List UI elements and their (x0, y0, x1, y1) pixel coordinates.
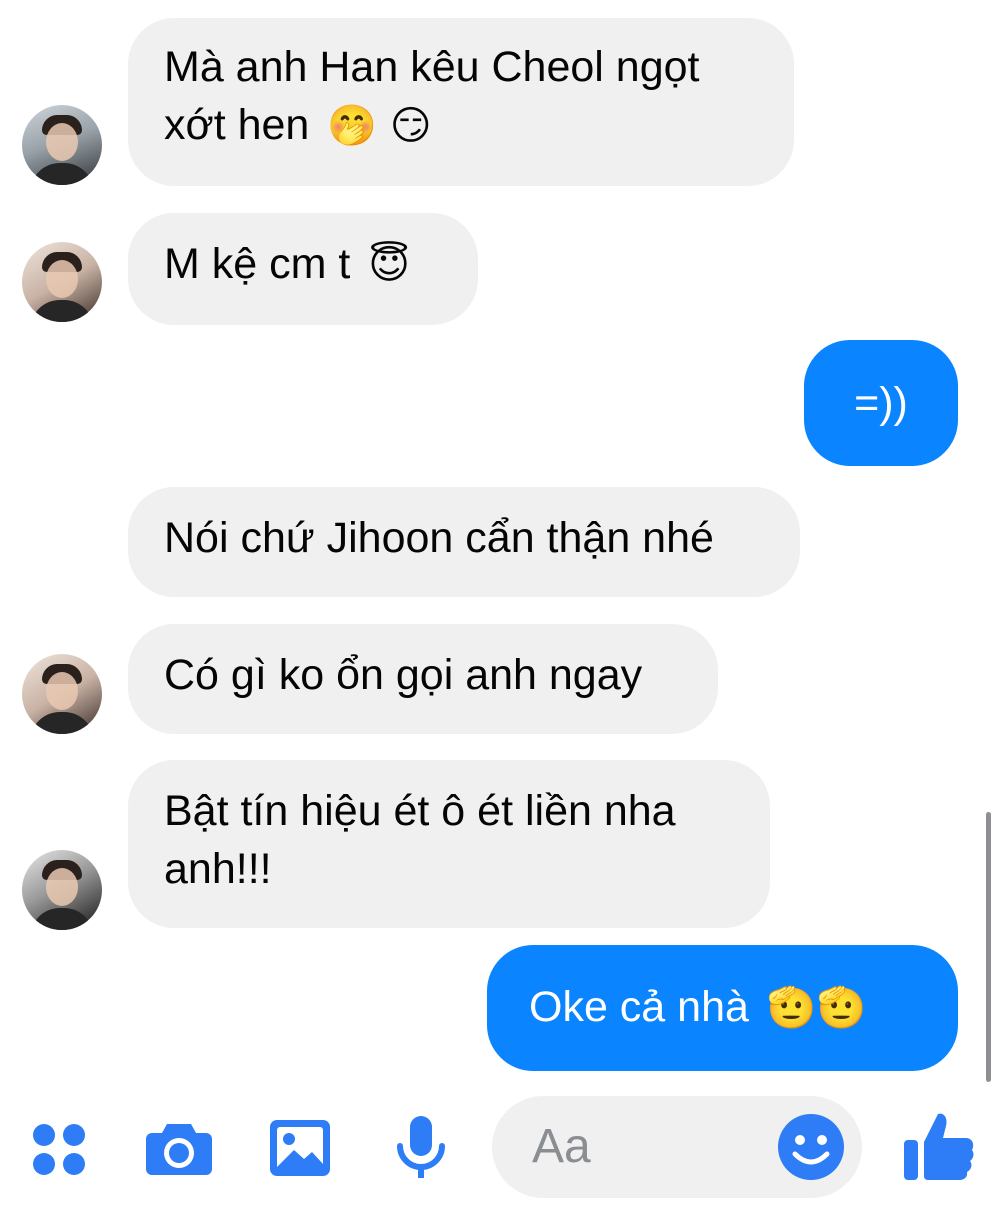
message-bubble-incoming[interactable]: Bật tín hiệu ét ô ét liền nha anh!!! (128, 760, 770, 928)
message-text: Oke cả nhà (529, 983, 749, 1031)
message-bubble-outgoing[interactable]: =)) (804, 340, 958, 466)
message-text: Bật tín hiệu ét ô ét liền nha anh!!! (164, 787, 676, 893)
microphone-icon[interactable] (385, 1112, 457, 1184)
message-text: M kệ cm t (164, 240, 351, 288)
avatar[interactable] (22, 105, 102, 185)
message-bubble-incoming[interactable]: Nói chứ Jihoon cẩn thận nhé (128, 487, 800, 597)
apps-icon[interactable] (22, 1112, 94, 1184)
emoji: 🫡🫡 (766, 985, 867, 1031)
thumbs-up-icon[interactable] (900, 1106, 978, 1184)
message-thread: Mà anh Han kêu Cheol ngọt xớt hen 🤭 😏 M … (0, 0, 1000, 1090)
emoji-icon[interactable] (775, 1111, 847, 1183)
message-text: Nói chứ Jihoon cẩn thận nhé (164, 514, 714, 562)
message-bubble-incoming[interactable]: Mà anh Han kêu Cheol ngọt xớt hen 🤭 😏 (128, 18, 794, 186)
message-bubble-outgoing[interactable]: Oke cả nhà 🫡🫡 (487, 945, 958, 1071)
scrollbar[interactable] (986, 812, 991, 1082)
message-input-placeholder: Aa (532, 1120, 591, 1173)
message-text: Có gì ko ổn gọi anh ngay (164, 651, 643, 699)
message-bubble-incoming[interactable]: Có gì ko ổn gọi anh ngay (128, 624, 718, 734)
message-text: =)) (854, 379, 908, 427)
avatar[interactable] (22, 654, 102, 734)
message-text: Mà anh Han kêu Cheol ngọt xớt hen (164, 43, 700, 149)
camera-icon[interactable] (143, 1112, 215, 1184)
avatar[interactable] (22, 242, 102, 322)
gallery-icon[interactable] (264, 1112, 336, 1184)
emoji: 😇 (368, 242, 410, 288)
emoji: 🤭 😏 (327, 103, 432, 149)
message-bubble-incoming[interactable]: M kệ cm t 😇 (128, 213, 478, 325)
avatar[interactable] (22, 850, 102, 930)
